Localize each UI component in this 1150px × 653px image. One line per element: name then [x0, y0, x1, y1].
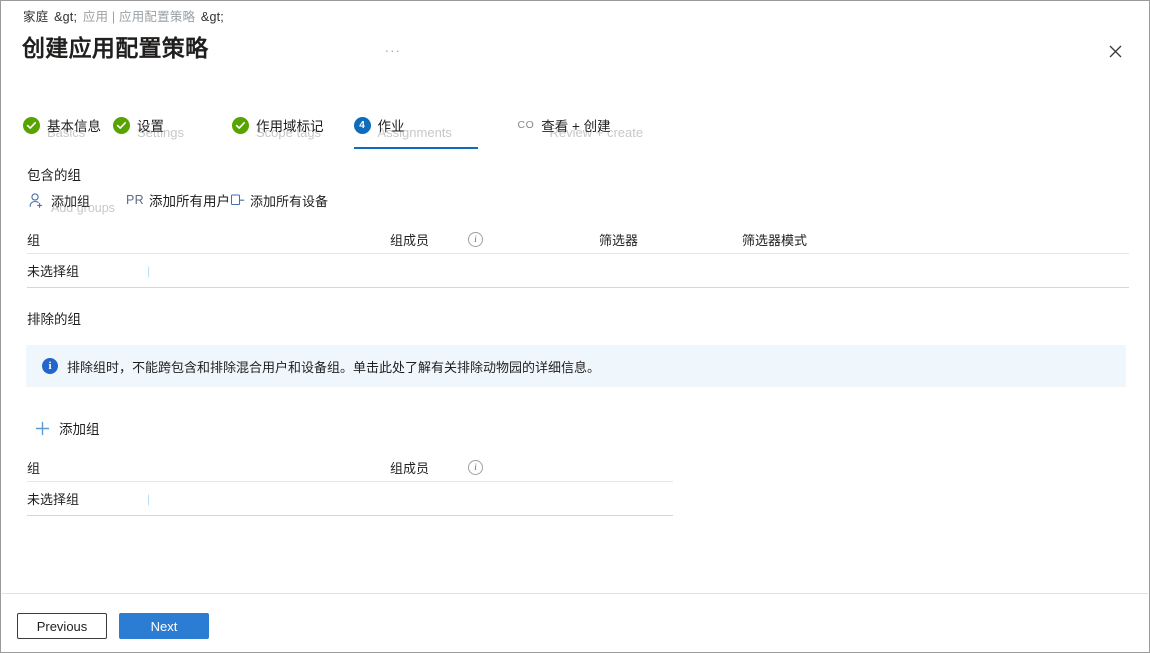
blade-title-row: 创建应用配置策略 ... — [1, 29, 1149, 73]
cell-group: 未选择组 — [27, 261, 145, 280]
add-groups-label: 添加组 — [51, 191, 90, 210]
column-header-filter: 筛选器 — [599, 230, 742, 249]
breadcrumb-separator-2: &gt; — [199, 10, 226, 24]
wizard-step-label: 作业 — [378, 115, 405, 135]
table-header-row: 组 组成员 i 筛选器 筛选器模式 — [27, 225, 1129, 253]
column-header-group: 组 — [27, 458, 390, 477]
step-abbrev-badge: CO — [518, 117, 535, 134]
wizard-step-label: 设置 — [137, 115, 164, 135]
included-groups-table: 组 组成员 i 筛选器 筛选器模式 未选择组 | — [27, 225, 1129, 288]
add-all-devices-command[interactable]: 添加所有设备 — [240, 187, 328, 213]
table-bottom-divider — [27, 287, 1129, 288]
included-groups-command-bar: 添加组 Add groups PR 添加所有用户 添加所有设备 — [27, 187, 340, 213]
group-members-info-icon[interactable]: i — [468, 459, 483, 475]
active-step-underline — [354, 147, 478, 149]
breadcrumb-item-apps[interactable]: 应用 | 应用配置策略 — [83, 10, 195, 24]
add-groups-command[interactable]: 添加组 Add groups — [27, 187, 90, 213]
excluded-groups-table: 组 组成员 i 未选择组 | — [27, 453, 673, 516]
close-button[interactable] — [1102, 38, 1128, 64]
column-header-group-members: 组成员 — [390, 458, 468, 477]
footer-divider — [2, 593, 1148, 594]
check-circle-icon — [232, 117, 249, 134]
breadcrumb-separator-1: &gt; — [52, 10, 79, 24]
page-title: 创建应用配置策略 — [22, 29, 208, 63]
plus-icon — [34, 420, 50, 436]
wizard-step-label: 基本信息 — [47, 115, 101, 135]
cell-group: 未选择组 — [27, 489, 145, 508]
table-row[interactable]: 未选择组 | — [27, 482, 673, 515]
step-number-badge: 4 — [354, 117, 371, 134]
next-button[interactable]: Next — [119, 613, 209, 639]
add-device-icon — [228, 191, 246, 209]
add-all-users-command[interactable]: PR 添加所有用户 — [126, 187, 230, 213]
wizard-step-review-create[interactable]: CO 查看 + 创建 Review + create — [518, 108, 615, 142]
wizard-step-assignments[interactable]: 4 作业 Assignments — [354, 108, 478, 142]
column-header-filter-mode: 筛选器模式 — [742, 230, 807, 249]
add-all-users-label: 添加所有用户 — [149, 190, 230, 210]
included-groups-heading: 包含的组 — [27, 164, 81, 184]
excluded-add-groups-label: 添加组 — [59, 418, 100, 438]
breadcrumb: 家庭 &gt; 应用 | 应用配置策略 &gt; — [23, 6, 226, 25]
column-header-group: 组 — [27, 230, 390, 249]
excluded-groups-info-banner: i 排除组时，不能跨包含和排除混合用户和设备组。单击此处了解有关排除动物园的详细… — [26, 345, 1126, 387]
close-icon — [1109, 45, 1122, 58]
table-row[interactable]: 未选择组 | — [27, 254, 1129, 287]
wizard-step-label: 查看 + 创建 — [541, 115, 610, 135]
footer-actions: Previous Next — [17, 613, 209, 639]
create-app-configuration-policy-blade: 家庭 &gt; 应用 | 应用配置策略 &gt; 创建应用配置策略 ... 基本… — [0, 0, 1150, 653]
banner-message[interactable]: 排除组时，不能跨包含和排除混合用户和设备组。单击此处了解有关排除动物园的详细信息… — [67, 357, 600, 376]
wizard-step-basics[interactable]: 基本信息 Basics — [23, 108, 105, 142]
excluded-add-groups-link[interactable]: 添加组 — [34, 418, 100, 438]
wizard-step-scope-tags[interactable]: 作用域标记 Scope tags — [232, 108, 328, 142]
table-bottom-divider — [27, 515, 673, 516]
check-circle-icon — [23, 117, 40, 134]
check-circle-icon — [113, 117, 130, 134]
group-members-info-icon[interactable]: i — [468, 231, 599, 247]
wizard-steps: 基本信息 Basics 设置 Settings 作用域标记 Scope tags… — [23, 108, 615, 148]
column-header-group-members: 组成员 — [390, 230, 468, 249]
table-header-row: 组 组成员 i — [27, 453, 673, 481]
overflow-menu-icon[interactable]: ... — [385, 39, 401, 55]
wizard-step-label: 作用域标记 — [256, 115, 324, 135]
wizard-step-settings[interactable]: 设置 Settings — [113, 108, 168, 142]
breadcrumb-item-home[interactable]: 家庭 — [23, 10, 48, 24]
pr-icon: PR — [126, 191, 144, 209]
excluded-groups-heading: 排除的组 — [27, 308, 81, 328]
row-resize-handle[interactable]: | — [147, 492, 150, 506]
previous-button[interactable]: Previous — [17, 613, 107, 639]
info-icon: i — [42, 358, 58, 374]
add-user-icon — [27, 191, 45, 209]
add-all-devices-label: 添加所有设备 — [250, 191, 328, 210]
row-resize-handle[interactable]: | — [147, 264, 150, 278]
